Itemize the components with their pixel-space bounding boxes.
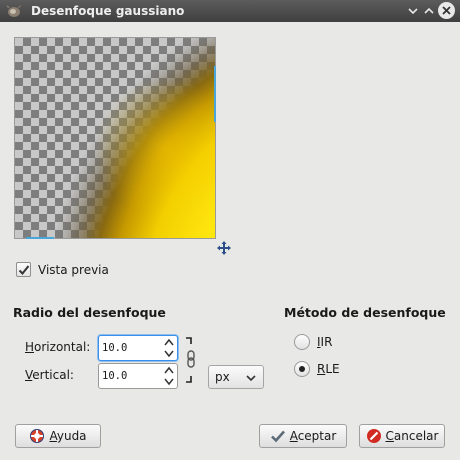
horizontal-radius-value: 10.0: [102, 342, 128, 354]
horizontal-label: Horizontal:: [25, 340, 91, 354]
preview-checkbox-label: Vista previa: [38, 262, 109, 277]
preview-vertical-marker: [214, 66, 216, 122]
unit-selector-value: px: [215, 370, 230, 384]
chain-link-icon[interactable]: [184, 336, 196, 386]
ok-button[interactable]: Aceptar: [259, 424, 347, 448]
navigate-move-icon[interactable]: [216, 240, 232, 256]
close-icon[interactable]: [438, 2, 455, 19]
rle-radio[interactable]: [294, 361, 310, 377]
iir-label: IIR: [317, 335, 333, 349]
preview-canvas[interactable]: [15, 38, 215, 238]
preview-image: [15, 38, 215, 238]
vertical-label: Vertical:: [25, 368, 74, 382]
iir-radio[interactable]: [294, 334, 310, 350]
blur-method-title: Método de desenfoque: [284, 305, 446, 320]
unit-selector[interactable]: px: [208, 365, 264, 389]
rle-label: RLE: [317, 362, 340, 376]
blur-radius-title: Radio del desenfoque: [13, 305, 166, 320]
preview-checkbox[interactable]: [16, 262, 31, 277]
chevron-down-icon: [246, 372, 256, 386]
method-option-rle[interactable]: RLE: [294, 361, 340, 377]
cancel-icon: [366, 428, 382, 444]
cancel-button-label: Cancelar: [385, 429, 439, 443]
vertical-radius-value: 10.0: [102, 370, 128, 382]
help-button[interactable]: Ayuda: [15, 424, 101, 448]
help-lifebuoy-icon: [29, 428, 45, 444]
preview-horizontal-marker: [26, 237, 54, 239]
minimize-icon[interactable]: [405, 3, 421, 19]
ok-button-label: Aceptar: [289, 429, 337, 443]
cancel-button[interactable]: Cancelar: [359, 424, 445, 448]
help-button-label: Ayuda: [49, 429, 87, 443]
checkmark-icon: [18, 264, 29, 275]
method-option-iir[interactable]: IIR: [294, 334, 332, 350]
window-titlebar[interactable]: Desenfoque gaussiano: [0, 0, 460, 22]
preview-toggle[interactable]: Vista previa: [16, 262, 109, 277]
gimp-icon: [5, 3, 23, 19]
horizontal-radius-input[interactable]: 10.0: [98, 335, 178, 361]
checkmark-icon: [270, 428, 286, 444]
vertical-spin-buttons[interactable]: [163, 365, 175, 387]
vertical-radius-input[interactable]: 10.0: [98, 363, 178, 389]
maximize-icon[interactable]: [421, 3, 437, 19]
window-title: Desenfoque gaussiano: [31, 4, 185, 18]
horizontal-spin-buttons[interactable]: [163, 337, 175, 359]
